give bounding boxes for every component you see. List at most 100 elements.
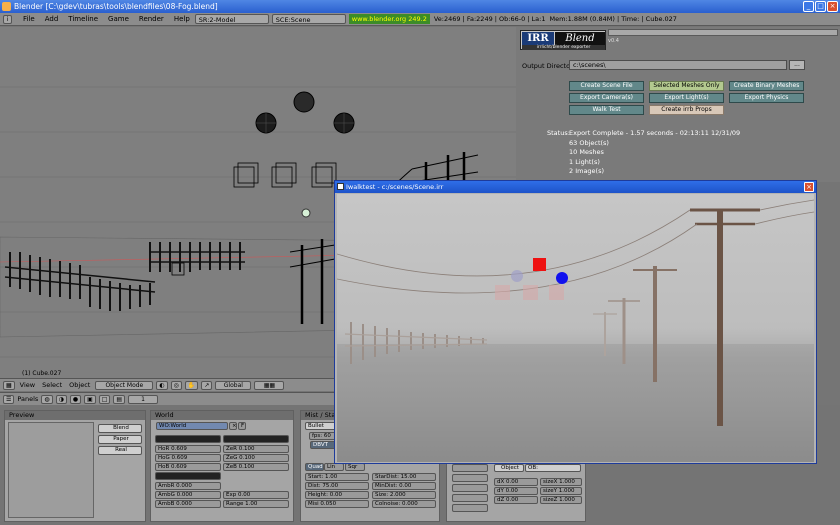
menu-game[interactable]: Game: [103, 15, 134, 23]
exposure-slider[interactable]: Exp 0.00: [223, 491, 289, 499]
map-object-button[interactable]: Object: [494, 464, 524, 472]
menu-file[interactable]: File: [18, 15, 40, 23]
texture-channel-3[interactable]: [452, 484, 488, 492]
pivot-icon[interactable]: ◎: [170, 380, 182, 390]
draw-type-icon[interactable]: ◐: [156, 380, 168, 390]
irrb-progress-bar: [608, 29, 838, 36]
blender-app-icon: [2, 2, 11, 11]
size-z-field[interactable]: sizeZ 1.000: [540, 496, 582, 504]
preview-paper-button[interactable]: Paper: [98, 435, 142, 444]
lamp-object: [301, 208, 311, 218]
script-context-icon[interactable]: ◑: [55, 394, 67, 404]
menu-add[interactable]: Add: [40, 15, 64, 23]
faded-cube-middle: [523, 285, 538, 300]
mist-quad-tab[interactable]: Quad: [305, 463, 324, 471]
walktest-window[interactable]: Iwalktest - c:/scenes/Scene.irr ×: [334, 180, 817, 464]
export-physics-button[interactable]: Export Physics: [729, 93, 804, 103]
close-button[interactable]: ×: [827, 1, 838, 12]
size-x-field[interactable]: sizeX 1.000: [540, 478, 582, 486]
zen-b-slider[interactable]: ZeB 0.100: [223, 463, 289, 471]
texture-channel-1[interactable]: [452, 464, 488, 472]
output-directory-field[interactable]: c:\scenes\: [569, 60, 787, 70]
mist-start-field[interactable]: Start: 1.00: [305, 473, 369, 481]
menu-object[interactable]: Object: [67, 381, 92, 389]
colnoise-field[interactable]: Colnoise: 0.000: [372, 500, 436, 508]
irrb-logo-subtitle: irrlicht/blender exporter: [522, 45, 605, 50]
menu-timeline[interactable]: Timeline: [63, 15, 103, 23]
mist-dist-field[interactable]: Dist: 75.00: [305, 482, 369, 490]
window-type-icon[interactable]: ☰: [3, 394, 15, 404]
create-irrb-props-button[interactable]: Create irrb Props: [649, 105, 724, 115]
zen-g-slider[interactable]: ZeG 0.100: [223, 454, 289, 462]
world-name-field[interactable]: WO:World: [156, 422, 228, 430]
hor-r-slider[interactable]: HoR 0.609: [155, 445, 221, 453]
mist-height-field[interactable]: Height: 0.00: [305, 491, 369, 499]
minimize-button[interactable]: _: [803, 1, 814, 12]
mode-selector[interactable]: Object Mode: [95, 380, 154, 390]
amb-g-slider[interactable]: AmbG 0.000: [155, 491, 221, 499]
zen-r-slider[interactable]: ZeR 0.100: [223, 445, 289, 453]
texture-channel-5[interactable]: [452, 504, 488, 512]
ambient-color-swatch[interactable]: [155, 472, 221, 480]
export-cameras-button[interactable]: Export Camera(s): [569, 93, 644, 103]
walk-test-button[interactable]: Walk Test: [569, 105, 644, 115]
logic-context-icon[interactable]: ◍: [41, 394, 53, 404]
panels-menu[interactable]: Panels: [17, 395, 38, 403]
maximize-button[interactable]: □: [815, 1, 826, 12]
hor-b-slider[interactable]: HoB 0.609: [155, 463, 221, 471]
amb-r-slider[interactable]: AmbR 0.000: [155, 482, 221, 490]
preview-real-button[interactable]: Real: [98, 446, 142, 455]
star-size-field[interactable]: Size: 2.000: [372, 491, 436, 499]
create-binary-meshes-button[interactable]: Create Binary Meshes: [729, 81, 804, 91]
zenith-color-swatch[interactable]: [223, 435, 289, 443]
texture-channel-2[interactable]: [452, 474, 488, 482]
mist-lin-tab[interactable]: Lin: [324, 463, 344, 471]
object-context-icon[interactable]: ▣: [84, 394, 96, 404]
stardist-field[interactable]: StarDist: 15.00: [372, 473, 436, 481]
status-line: 1 Light(s): [569, 157, 600, 166]
menu-help[interactable]: Help: [169, 15, 195, 23]
frame-field[interactable]: 1: [128, 394, 159, 404]
mist-intensity-field[interactable]: Misi 0.050: [305, 500, 369, 508]
size-y-field[interactable]: sizeY 1.000: [540, 487, 582, 495]
blue-sphere: [556, 272, 568, 284]
hor-g-slider[interactable]: HoG 0.609: [155, 454, 221, 462]
amb-b-slider[interactable]: AmbB 0.000: [155, 500, 221, 508]
offset-x-field[interactable]: dX 0.00: [494, 478, 538, 486]
menu-select[interactable]: Select: [40, 381, 64, 389]
walktest-title-bar[interactable]: Iwalktest - c:/scenes/Scene.irr ×: [335, 181, 816, 193]
range-slider[interactable]: Range 1.00: [223, 500, 289, 508]
mindist-field[interactable]: MinDist: 0.00: [372, 482, 436, 490]
browse-button[interactable]: ...: [789, 60, 805, 70]
walktest-close-button[interactable]: ×: [804, 182, 814, 192]
texture-channel-4[interactable]: [452, 494, 488, 502]
map-object-field[interactable]: OB:: [525, 464, 581, 472]
manipulator-icon[interactable]: ✋: [184, 380, 199, 390]
walktest-render-view[interactable]: [337, 194, 814, 462]
world-fake-button[interactable]: F: [238, 422, 246, 430]
blender-url[interactable]: www.blender.org 249.2: [348, 14, 430, 24]
menu-view[interactable]: View: [18, 381, 37, 389]
preview-swatch: [8, 422, 94, 518]
scene-context-icon[interactable]: ▤: [113, 394, 126, 404]
selected-meshes-only-button[interactable]: Selected Meshes Only: [649, 81, 724, 91]
window-type-icon[interactable]: i: [3, 14, 12, 24]
export-lights-button[interactable]: Export Light(s): [649, 93, 724, 103]
shading-context-icon[interactable]: ●: [69, 394, 82, 404]
create-scene-file-button[interactable]: Create Scene File: [569, 81, 644, 91]
layer-buttons[interactable]: ▦▦: [254, 380, 285, 390]
offset-y-field[interactable]: dY 0.00: [494, 487, 538, 495]
preview-blend-button[interactable]: Blend: [98, 424, 142, 433]
screen-selector[interactable]: SR:2-Model: [194, 14, 269, 24]
scene-selector[interactable]: SCE:Scene: [271, 14, 346, 24]
world-unlink-button[interactable]: ×: [229, 422, 237, 430]
orientation-selector[interactable]: Global: [215, 380, 252, 390]
horizon-color-swatch[interactable]: [155, 435, 221, 443]
offset-z-field[interactable]: dZ 0.00: [494, 496, 538, 504]
window-type-icon[interactable]: ▦: [3, 380, 15, 390]
menu-render[interactable]: Render: [134, 15, 169, 23]
translate-icon[interactable]: ↗: [201, 380, 213, 390]
editing-context-icon[interactable]: □: [98, 394, 111, 404]
walktest-scene: [337, 199, 814, 462]
mist-sqr-tab[interactable]: Sqr: [345, 463, 365, 471]
